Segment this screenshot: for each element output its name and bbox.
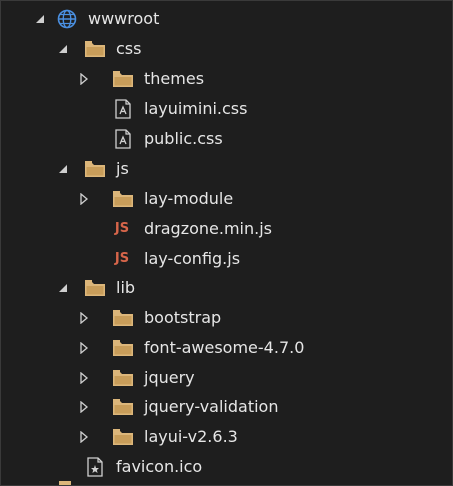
tree-node-label: jquery bbox=[144, 368, 195, 387]
chevron-collapsed-icon[interactable] bbox=[77, 72, 91, 86]
chevron-collapsed-icon[interactable] bbox=[77, 341, 91, 355]
chevron-expanded-icon[interactable] bbox=[33, 12, 47, 26]
tree-node-label: js bbox=[116, 159, 129, 178]
tree-node-dragzone-min-js[interactable]: JS dragzone.min.js bbox=[1, 214, 452, 244]
tree-node-wwwroot[interactable]: wwwroot bbox=[1, 4, 452, 34]
tree-node-label: bootstrap bbox=[144, 308, 222, 327]
tree-node-label: css bbox=[116, 39, 142, 58]
folder-icon bbox=[112, 189, 134, 209]
chevron-collapsed-icon[interactable] bbox=[77, 311, 91, 325]
chevron-collapsed-icon[interactable] bbox=[77, 400, 91, 414]
css-file-icon bbox=[112, 99, 134, 119]
tree-node-label: jquery-validation bbox=[144, 397, 279, 416]
tree-node-lay-config-js[interactable]: JS lay-config.js bbox=[1, 244, 452, 274]
tree-node-font-awesome[interactable]: font-awesome-4.7.0 bbox=[1, 333, 452, 363]
image-file-icon bbox=[84, 457, 106, 477]
chevron-expanded-icon[interactable] bbox=[56, 42, 70, 56]
css-file-icon bbox=[112, 129, 134, 149]
folder-icon bbox=[112, 338, 134, 358]
tree-node-label: lay-config.js bbox=[144, 249, 241, 268]
folder-icon bbox=[112, 69, 134, 89]
tree-node-layui[interactable]: layui-v2.6.3 bbox=[1, 422, 452, 452]
js-file-icon: JS bbox=[114, 221, 130, 236]
tree-node-jquery[interactable]: jquery bbox=[1, 363, 452, 393]
folder-icon bbox=[84, 39, 106, 59]
tree-node-layuimini-css[interactable]: layuimini.css bbox=[1, 94, 452, 124]
tree-node-lay-module[interactable]: lay-module bbox=[1, 184, 452, 214]
tree-node-label: themes bbox=[144, 69, 205, 88]
folder-icon bbox=[84, 278, 106, 298]
tree-node-js[interactable]: js bbox=[1, 154, 452, 184]
solution-explorer-tree: wwwroot css themes layuimini.css public.… bbox=[0, 0, 453, 486]
folder-icon bbox=[112, 397, 134, 417]
folder-icon bbox=[112, 368, 134, 388]
chevron-expanded-icon[interactable] bbox=[56, 162, 70, 176]
tree-node-css[interactable]: css bbox=[1, 34, 452, 64]
tree-node-label: layuimini.css bbox=[144, 99, 248, 118]
tree-node-label: font-awesome-4.7.0 bbox=[144, 338, 305, 357]
folder-icon bbox=[84, 159, 106, 179]
tree-node-label: favicon.ico bbox=[116, 457, 203, 476]
chevron-collapsed-icon[interactable] bbox=[77, 430, 91, 444]
tree-node-lib[interactable]: lib bbox=[1, 273, 452, 303]
chevron-collapsed-icon[interactable] bbox=[77, 371, 91, 385]
globe-icon bbox=[56, 9, 78, 29]
tree-node-label: wwwroot bbox=[88, 9, 160, 28]
folder-icon bbox=[112, 427, 134, 447]
tree-node-favicon[interactable]: favicon.ico bbox=[1, 452, 452, 482]
tree-node-label: dragzone.min.js bbox=[144, 219, 272, 238]
tree-node-bootstrap[interactable]: bootstrap bbox=[1, 303, 452, 333]
chevron-expanded-icon[interactable] bbox=[56, 281, 70, 295]
tree-node-label: public.css bbox=[144, 129, 223, 148]
js-file-icon: JS bbox=[114, 251, 130, 266]
folder-icon bbox=[59, 481, 71, 485]
tree-node-public-css[interactable]: public.css bbox=[1, 124, 452, 154]
tree-node-label: lib bbox=[116, 278, 136, 297]
tree-node-themes[interactable]: themes bbox=[1, 64, 452, 94]
folder-icon bbox=[112, 308, 134, 328]
tree-node-jquery-validation[interactable]: jquery-validation bbox=[1, 392, 452, 422]
chevron-collapsed-icon[interactable] bbox=[77, 192, 91, 206]
tree-node-label: lay-module bbox=[144, 189, 234, 208]
tree-node-label: layui-v2.6.3 bbox=[144, 427, 238, 446]
